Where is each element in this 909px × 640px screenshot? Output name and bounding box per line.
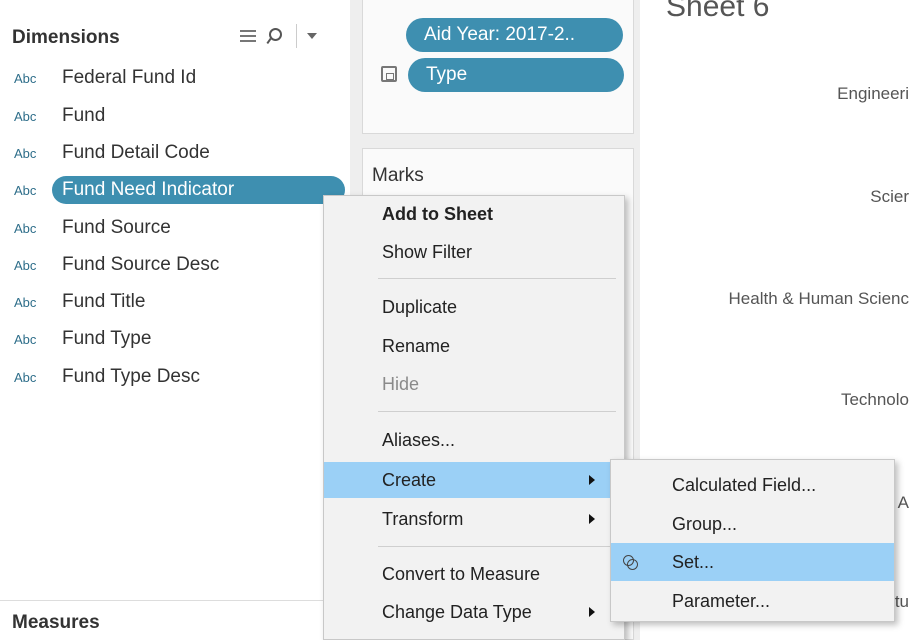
filter-pill-type[interactable]: Type	[408, 58, 624, 92]
measures-divider	[0, 600, 350, 601]
field-item-selected[interactable]: Abc Fund Need Indicator	[0, 176, 350, 204]
menu-item-label: Hide	[382, 373, 420, 394]
filter-pill-aid-year[interactable]: Aid Year: 2017-2..	[406, 18, 623, 52]
field-item[interactable]: Abc Fund Type Desc	[0, 363, 350, 391]
marks-label: Marks	[372, 165, 424, 186]
submenu-item-label: Group...	[672, 513, 738, 534]
chevron-right-icon	[589, 607, 595, 617]
field-label: Fund Need Indicator	[62, 179, 235, 200]
string-type-icon: Abc	[14, 182, 37, 198]
menu-item-hide: Hide	[324, 366, 624, 402]
field-label: Fund	[62, 105, 106, 126]
row-header[interactable]: Engineeri	[837, 84, 909, 104]
menu-separator	[378, 411, 616, 412]
field-label: Fund Source Desc	[62, 254, 220, 275]
field-label: Fund Type Desc	[62, 366, 201, 387]
row-header[interactable]: Health & Human Scienc	[729, 289, 909, 309]
menu-item-label: Rename	[382, 335, 451, 356]
menu-item-add-to-sheet[interactable]: Add to Sheet	[324, 196, 624, 232]
string-type-icon: Abc	[14, 331, 37, 347]
menu-item-label: Add to Sheet	[382, 203, 493, 224]
row-header[interactable]: A	[898, 493, 909, 513]
field-label: Federal Fund Id	[62, 67, 197, 88]
menu-item-label: Change Data Type	[382, 601, 532, 622]
menu-item-label: Show Filter	[382, 241, 473, 262]
chevron-right-icon	[589, 475, 595, 485]
menu-item-label: Aliases...	[382, 429, 456, 450]
chevron-down-icon[interactable]	[307, 33, 317, 39]
menu-item-label: Duplicate	[382, 296, 458, 317]
string-type-icon: Abc	[14, 369, 37, 385]
submenu-item-label: Parameter...	[672, 590, 771, 611]
field-item[interactable]: Abc Fund Source Desc	[0, 251, 350, 279]
menu-item-label: Create	[382, 469, 437, 490]
dimensions-header: Dimensions	[12, 27, 120, 48]
submenu-item-label: Set...	[672, 551, 715, 572]
field-label: Fund Type	[62, 328, 152, 349]
dimensions-header-tools	[240, 24, 317, 48]
chevron-right-icon	[589, 514, 595, 524]
row-header[interactable]: Scier	[870, 187, 909, 207]
search-icon[interactable]	[266, 28, 282, 44]
menu-item-change-data-type[interactable]: Change Data Type	[324, 594, 624, 630]
menu-item-show-filter[interactable]: Show Filter	[324, 234, 624, 270]
field-item[interactable]: Abc Fund Type	[0, 325, 350, 353]
string-type-icon: Abc	[14, 294, 37, 310]
menu-item-rename[interactable]: Rename	[324, 328, 624, 364]
field-item[interactable]: Abc Fund Detail Code	[0, 139, 350, 167]
row-header[interactable]: tu	[895, 592, 909, 612]
field-context-menu: Add to Sheet Show Filter Duplicate Renam…	[323, 195, 625, 640]
tableau-workspace: Dimensions Abc Federal Fund Id Abc Fund …	[0, 0, 909, 640]
create-submenu: Calculated Field... Group... Set... Para…	[610, 459, 895, 622]
field-item[interactable]: Abc Fund Source	[0, 214, 350, 242]
menu-item-aliases[interactable]: Aliases...	[324, 422, 624, 458]
view-as-list-icon[interactable]	[240, 28, 256, 44]
menu-separator	[378, 546, 616, 547]
field-item[interactable]: Abc Fund	[0, 102, 350, 130]
menu-item-duplicate[interactable]: Duplicate	[324, 289, 624, 325]
string-type-icon: Abc	[14, 70, 37, 86]
menu-item-create[interactable]: Create	[324, 462, 624, 498]
menu-item-label: Convert to Measure	[382, 563, 541, 584]
quick-filter-icon	[381, 66, 397, 82]
field-item[interactable]: Abc Federal Fund Id	[0, 64, 350, 92]
submenu-item-label: Calculated Field...	[672, 474, 817, 495]
submenu-item-calculated-field[interactable]: Calculated Field...	[611, 466, 894, 504]
field-label: Fund Source	[62, 217, 171, 238]
string-type-icon: Abc	[14, 145, 37, 161]
data-pane: Dimensions Abc Federal Fund Id Abc Fund …	[0, 0, 350, 640]
menu-item-convert-to-measure[interactable]: Convert to Measure	[324, 556, 624, 592]
submenu-item-group[interactable]: Group...	[611, 505, 894, 543]
submenu-item-parameter[interactable]: Parameter...	[611, 582, 894, 620]
string-type-icon: Abc	[14, 108, 37, 124]
field-label: Fund Title	[62, 291, 146, 312]
string-type-icon: Abc	[14, 220, 37, 236]
menu-separator	[378, 278, 616, 279]
menu-item-transform[interactable]: Transform	[324, 501, 624, 537]
menu-item-label: Transform	[382, 508, 464, 529]
sheet-title: Sheet 6	[666, 0, 770, 23]
row-header[interactable]: Technolo	[841, 390, 909, 410]
set-icon	[623, 555, 638, 570]
field-item[interactable]: Abc Fund Title	[0, 288, 350, 316]
field-label: Fund Detail Code	[62, 142, 210, 163]
string-type-icon: Abc	[14, 257, 37, 273]
submenu-item-set[interactable]: Set...	[611, 543, 894, 581]
measures-header: Measures	[12, 612, 100, 633]
header-divider	[296, 24, 297, 48]
